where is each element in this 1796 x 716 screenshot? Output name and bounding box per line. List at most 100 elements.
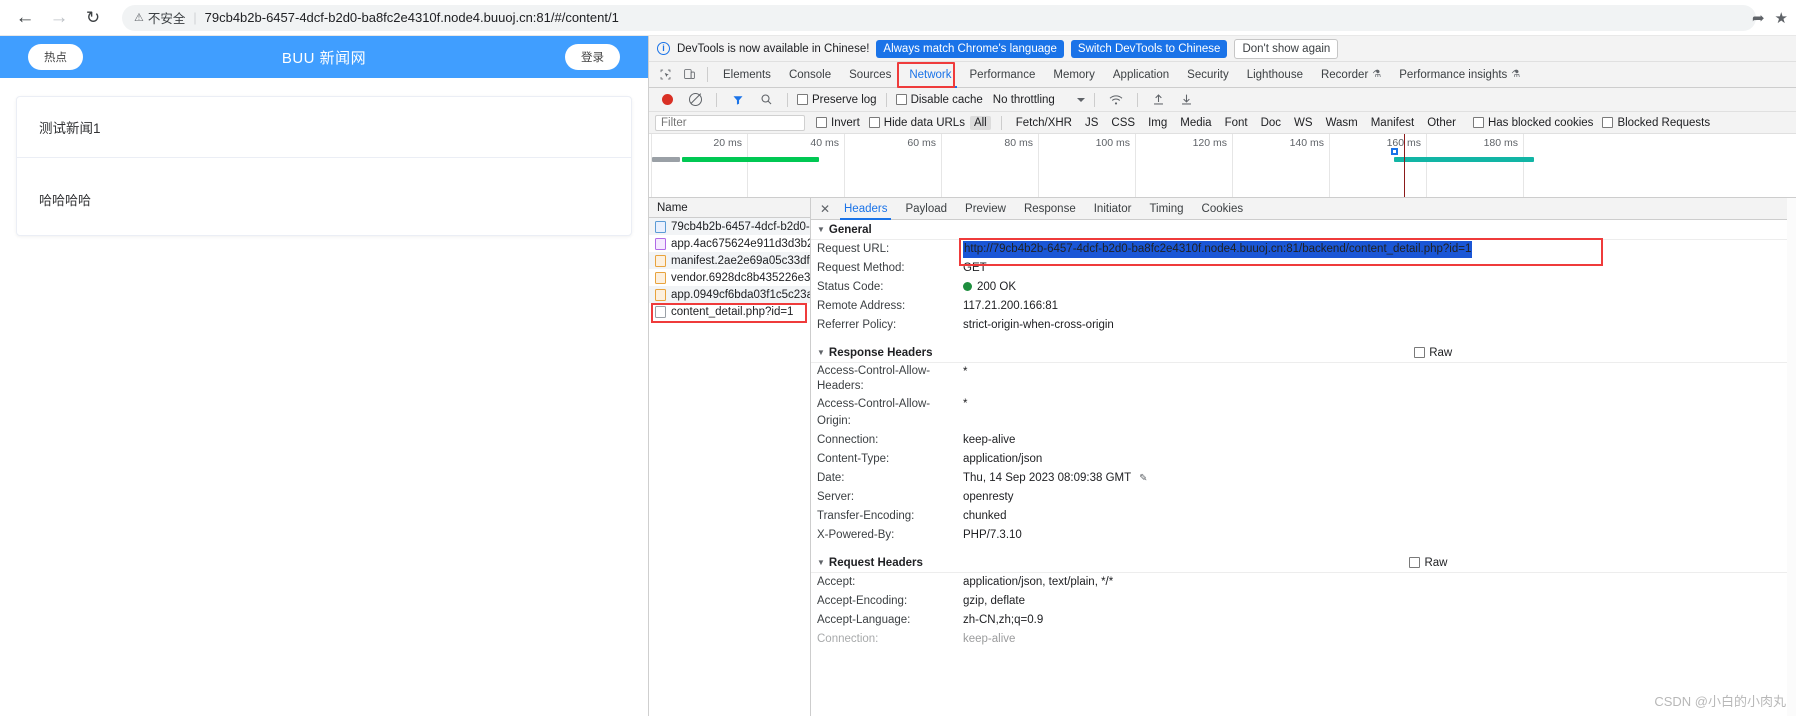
login-button[interactable]: 登录: [565, 44, 620, 70]
table-row[interactable]: app.4ac675624e911d3d3b227...: [649, 235, 810, 252]
hide-data-urls-checkbox[interactable]: Hide data URLs: [868, 117, 965, 129]
export-har-icon[interactable]: [1175, 89, 1199, 111]
filter-type-wasm[interactable]: Wasm: [1322, 116, 1362, 130]
response-headers-section-header[interactable]: ▼ Response Headers Raw: [811, 343, 1796, 363]
detail-scrollbar[interactable]: [1787, 198, 1796, 716]
response-raw-toggle[interactable]: Raw: [1274, 347, 1452, 359]
record-stop-icon[interactable]: [655, 89, 679, 111]
filter-type-img[interactable]: Img: [1144, 116, 1171, 130]
has-blocked-cookies-checkbox[interactable]: Has blocked cookies: [1472, 117, 1593, 129]
transfer-encoding-key: Transfer-Encoding:: [817, 510, 915, 522]
device-toolbar-icon[interactable]: [677, 64, 701, 86]
table-row[interactable]: vendor.6928dc8b435226e304...: [649, 269, 810, 286]
throttling-select[interactable]: No throttling: [993, 94, 1055, 106]
filter-type-media[interactable]: Media: [1176, 116, 1215, 130]
table-row[interactable]: app.0949cf6bda03f1c5c23a.js: [649, 286, 810, 303]
filter-type-font[interactable]: Font: [1221, 116, 1252, 130]
filter-type-js[interactable]: JS: [1081, 116, 1102, 130]
filter-type-all[interactable]: All: [969, 115, 991, 130]
star-icon[interactable]: ★: [1775, 9, 1788, 27]
tab-application[interactable]: Application: [1104, 62, 1178, 88]
table-row[interactable]: manifest.2ae2e69a05c33dfc65...: [649, 252, 810, 269]
request-raw-toggle[interactable]: Raw: [1269, 557, 1447, 569]
network-conditions-icon[interactable]: [1104, 89, 1128, 111]
filter-input[interactable]: [655, 114, 805, 131]
response-header-row: Connection: keep-alive: [811, 431, 1796, 450]
filter-type-manifest[interactable]: Manifest: [1367, 116, 1418, 130]
tab-recorder[interactable]: Recorder ⚗: [1312, 62, 1390, 88]
request-list: Name 79cb4b2b-6457-4dcf-b2d0-ba... app.4…: [649, 198, 811, 716]
filter-type-css[interactable]: CSS: [1107, 116, 1139, 130]
date-key: Date:: [817, 472, 845, 484]
filter-type-fetch-xhr[interactable]: Fetch/XHR: [1012, 116, 1076, 130]
detail-tab-headers[interactable]: Headers: [835, 198, 896, 220]
detail-tab-preview[interactable]: Preview: [956, 198, 1015, 220]
tab-performance-insights[interactable]: Performance insights ⚗: [1390, 62, 1529, 88]
dont-show-again-button[interactable]: Don't show again: [1234, 38, 1339, 59]
toolbar-divider-5: [1136, 92, 1138, 107]
filter-type-doc[interactable]: Doc: [1257, 116, 1285, 130]
detail-tab-initiator[interactable]: Initiator: [1085, 198, 1141, 220]
invert-checkbox[interactable]: Invert: [816, 117, 860, 129]
detail-tab-cookies[interactable]: Cookies: [1193, 198, 1253, 220]
hot-topics-button[interactable]: 热点: [28, 44, 83, 70]
table-row-selected[interactable]: content_detail.php?id=1: [649, 303, 810, 320]
inspect-element-icon[interactable]: [653, 64, 677, 86]
table-row[interactable]: 79cb4b2b-6457-4dcf-b2d0-ba...: [649, 218, 810, 235]
request-headers-section-header[interactable]: ▼ Request Headers Raw: [811, 553, 1796, 573]
access-control-allow-headers-value: *: [963, 366, 968, 378]
search-icon[interactable]: [754, 89, 778, 111]
devtools-panel: i DevTools is now available in Chinese! …: [648, 36, 1796, 716]
status-ok-dot-icon: [963, 282, 972, 291]
filter-funnel-icon[interactable]: [726, 89, 750, 111]
devtools-language-notice: i DevTools is now available in Chinese! …: [649, 36, 1796, 62]
overview-bar-grey: [652, 157, 680, 162]
tab-elements[interactable]: Elements: [714, 62, 780, 88]
chevron-down-icon[interactable]: [1076, 97, 1085, 102]
disable-cache-box: [895, 94, 907, 105]
notice-text: DevTools is now available in Chinese!: [677, 42, 870, 55]
experiment-flask-icon: ⚗: [1372, 69, 1382, 80]
close-icon[interactable]: ✕: [815, 202, 835, 216]
disable-cache-label: Disable cache: [910, 93, 983, 106]
blocked-requests-checkbox[interactable]: Blocked Requests: [1602, 117, 1710, 129]
request-list-column-header[interactable]: Name: [649, 198, 810, 218]
back-icon[interactable]: ←: [8, 1, 42, 35]
reload-icon[interactable]: ↻: [76, 1, 110, 35]
filter-type-other[interactable]: Other: [1423, 116, 1460, 130]
network-body: Name 79cb4b2b-6457-4dcf-b2d0-ba... app.4…: [649, 198, 1796, 716]
general-section-header[interactable]: ▼ General: [811, 220, 1796, 240]
tab-security[interactable]: Security: [1178, 62, 1238, 88]
tab-console[interactable]: Console: [780, 62, 840, 88]
disable-cache-checkbox[interactable]: Disable cache: [895, 93, 983, 106]
edit-pencil-icon[interactable]: ✎: [1139, 473, 1147, 484]
detail-tab-payload[interactable]: Payload: [896, 198, 956, 220]
preserve-log-checkbox[interactable]: Preserve log: [797, 94, 877, 106]
address-bar[interactable]: ⚠ 不安全 | 79cb4b2b-6457-4dcf-b2d0-ba8fc2e4…: [122, 4, 1756, 31]
connection-value: keep-alive: [963, 434, 1016, 446]
tab-network[interactable]: Network: [900, 62, 960, 88]
tab-performance[interactable]: Performance: [961, 62, 1045, 88]
tab-memory[interactable]: Memory: [1044, 62, 1104, 88]
general-request-method-row: Request Method: GET: [811, 259, 1796, 278]
tab-lighthouse[interactable]: Lighthouse: [1238, 62, 1312, 88]
always-match-language-button[interactable]: Always match Chrome's language: [876, 39, 1064, 58]
request-detail-tabbar: ✕ Headers Payload Preview Response Initi…: [811, 198, 1796, 220]
overview-selection-handle[interactable]: [1391, 148, 1398, 155]
accept-key: Accept:: [817, 576, 856, 588]
detail-tab-response[interactable]: Response: [1015, 198, 1085, 220]
clear-icon[interactable]: [683, 89, 707, 111]
invert-label: Invert: [831, 116, 860, 129]
network-overview-timeline[interactable]: 20 ms 40 ms 60 ms 80 ms 100 ms 120 ms 14…: [649, 134, 1796, 198]
share-icon[interactable]: ➦: [1752, 9, 1765, 27]
tab-sources[interactable]: Sources: [840, 62, 900, 88]
forward-icon[interactable]: →: [42, 1, 76, 35]
hide-data-urls-box: [868, 117, 880, 128]
status-code-value: 200 OK: [963, 279, 1016, 296]
switch-to-chinese-button[interactable]: Switch DevTools to Chinese: [1070, 39, 1228, 58]
import-har-icon[interactable]: [1147, 89, 1171, 111]
detail-tab-timing[interactable]: Timing: [1140, 198, 1192, 220]
referrer-policy-key: Referrer Policy:: [817, 319, 897, 331]
filter-type-ws[interactable]: WS: [1290, 116, 1317, 130]
request-url-value[interactable]: http://79cb4b2b-6457-4dcf-b2d0-ba8fc2e43…: [963, 241, 1473, 258]
